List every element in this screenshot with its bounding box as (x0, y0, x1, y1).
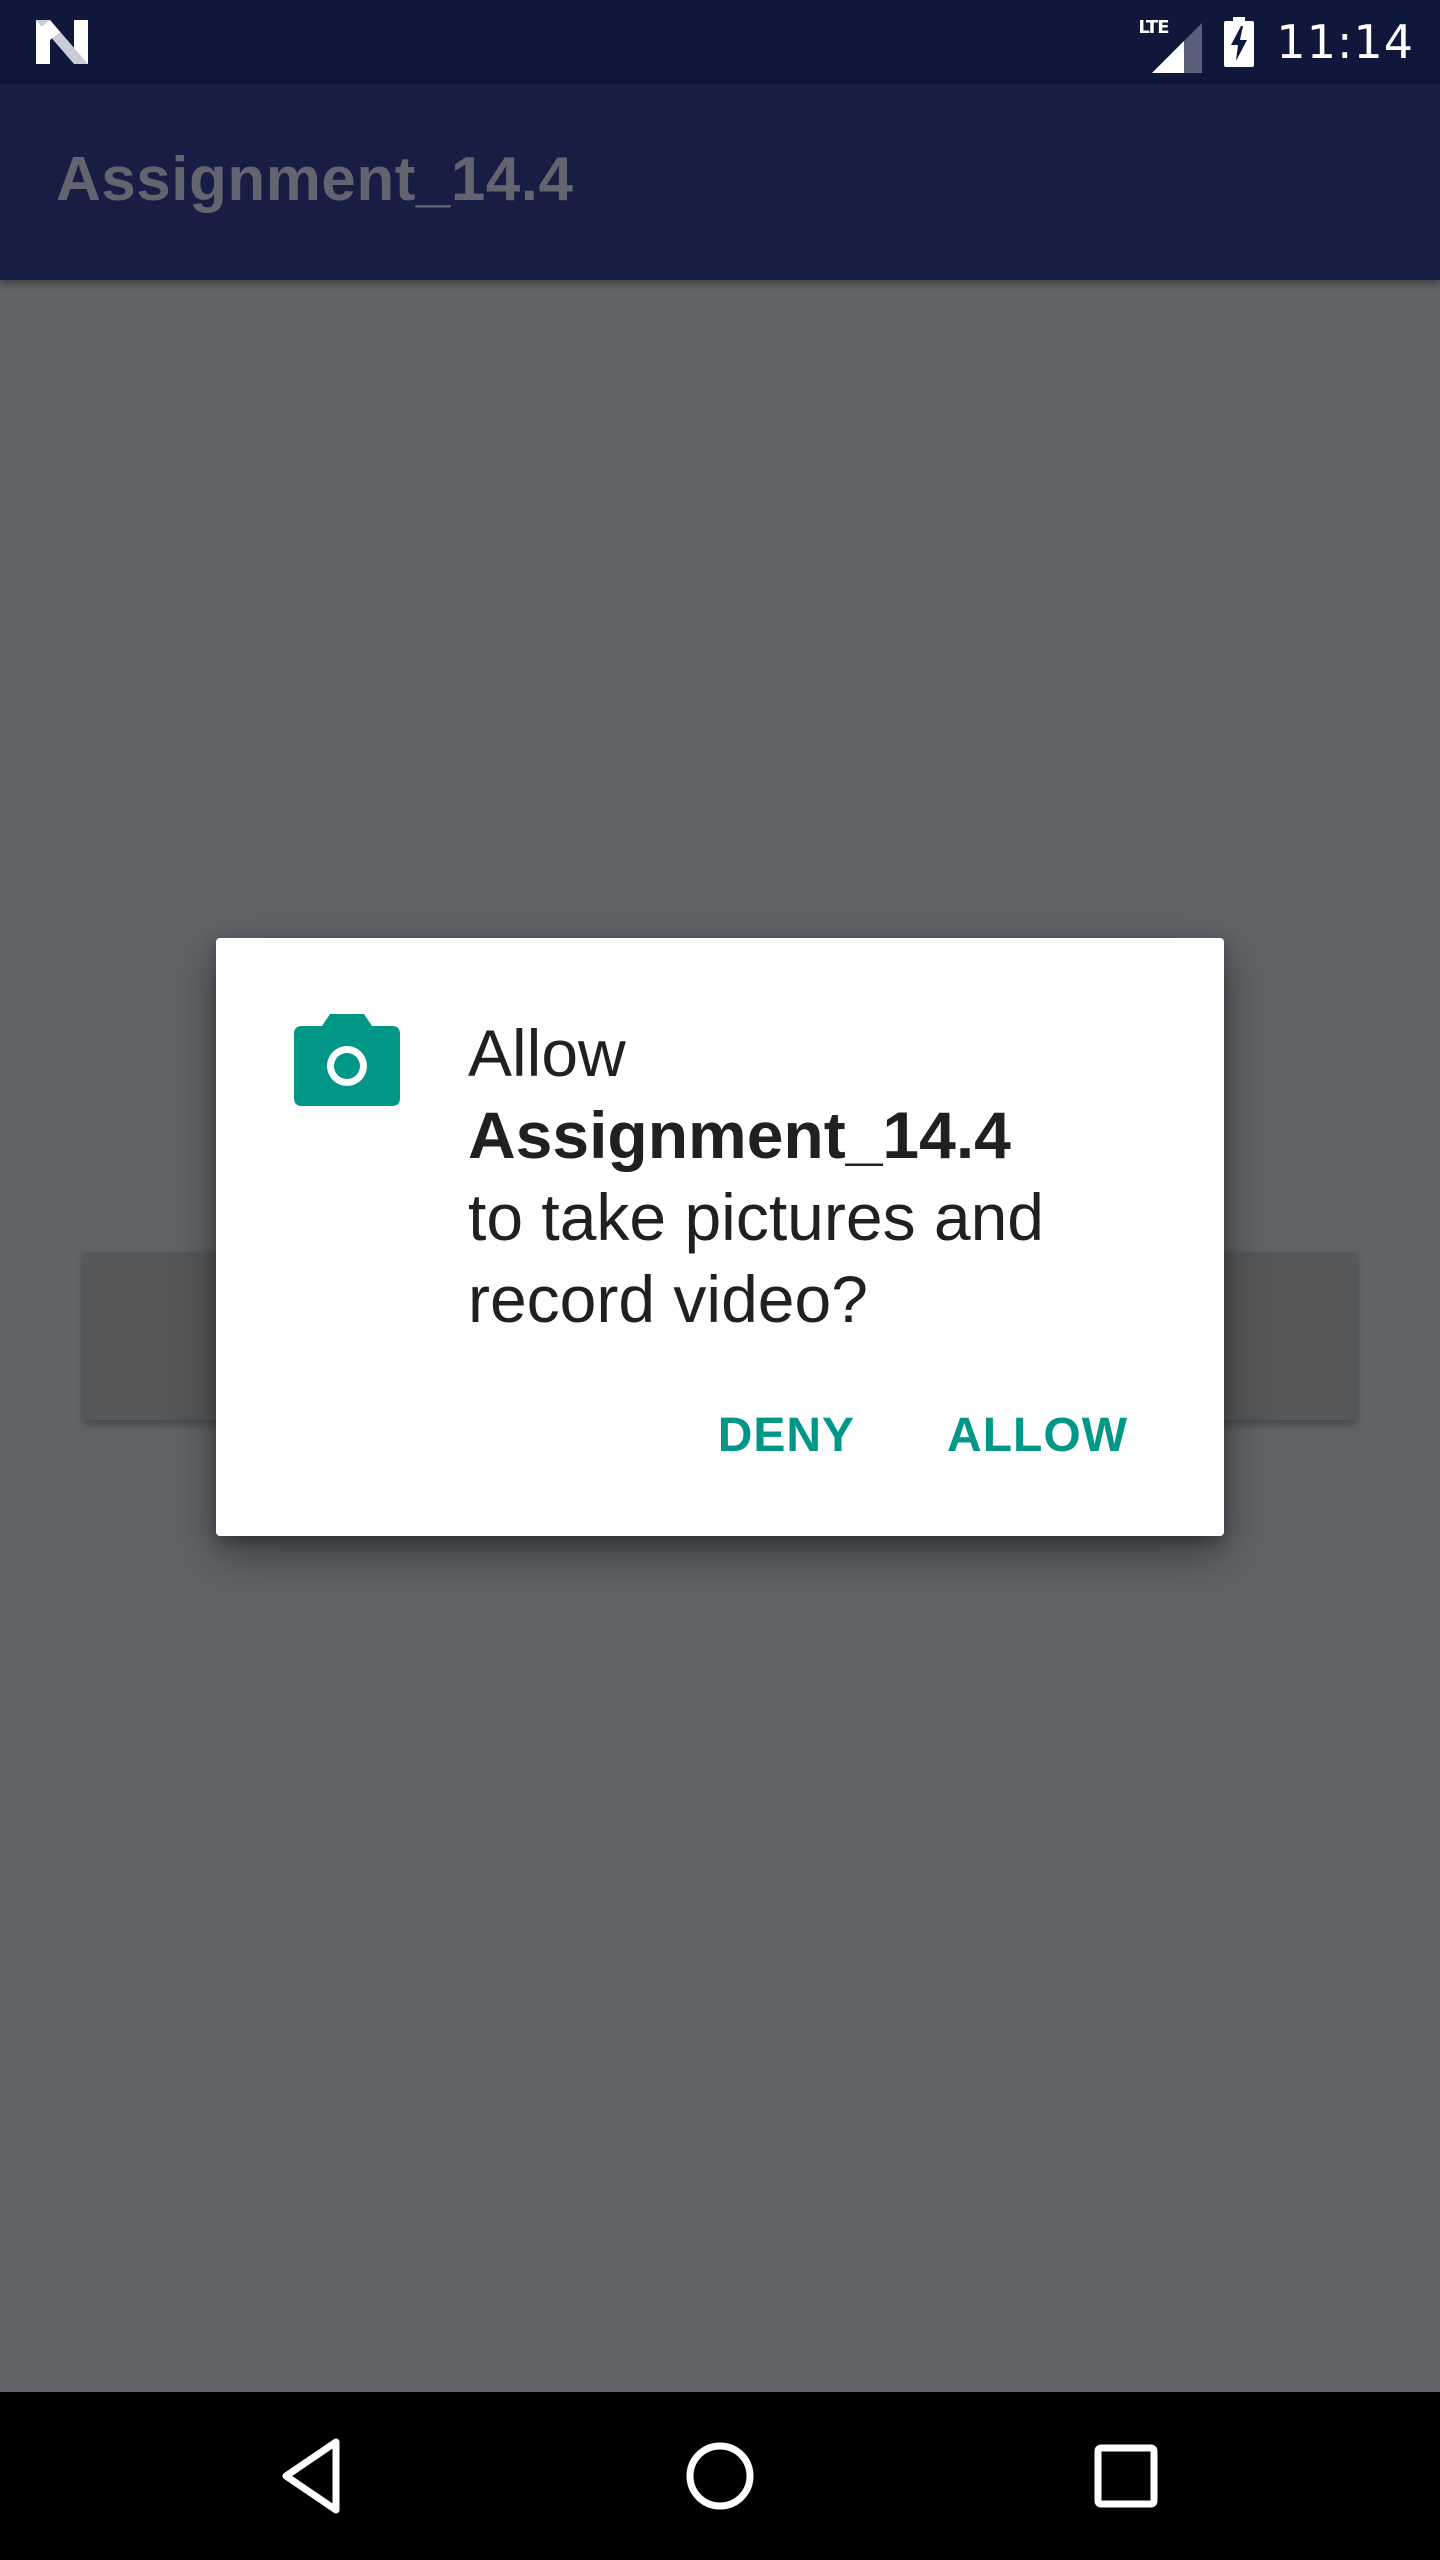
dialog-message: Allow Assignment_14.4 to take pictures a… (468, 1012, 1168, 1340)
dialog-actions: DENY ALLOW (718, 1408, 1128, 1463)
message-line-1: to take pictures and (468, 1180, 1045, 1254)
camera-icon (294, 1014, 400, 1106)
message-prefix: Allow (468, 1016, 626, 1090)
message-line-2: record video? (468, 1262, 868, 1336)
deny-button[interactable]: DENY (718, 1408, 855, 1463)
permission-dialog: Allow Assignment_14.4 to take pictures a… (216, 938, 1224, 1536)
status-bar: LTE 11:14 (0, 0, 1440, 84)
signal-icon (1152, 23, 1203, 73)
status-time: 11:14 (1276, 15, 1414, 69)
network-indicator: LTE (1138, 15, 1203, 73)
n-logo-icon (36, 20, 88, 64)
app-title: Assignment_14.4 (56, 145, 574, 214)
message-app-name: Assignment_14.4 (468, 1098, 1011, 1172)
back-icon[interactable] (272, 2434, 356, 2518)
status-icons: LTE 11:14 (1138, 0, 1414, 84)
app-bar: Assignment_14.4 (0, 84, 1440, 280)
recents-icon[interactable] (1084, 2434, 1168, 2518)
allow-button[interactable]: ALLOW (947, 1408, 1128, 1463)
navigation-bar (0, 2392, 1440, 2560)
battery-charging-icon (1224, 17, 1255, 67)
home-icon[interactable] (678, 2434, 762, 2518)
